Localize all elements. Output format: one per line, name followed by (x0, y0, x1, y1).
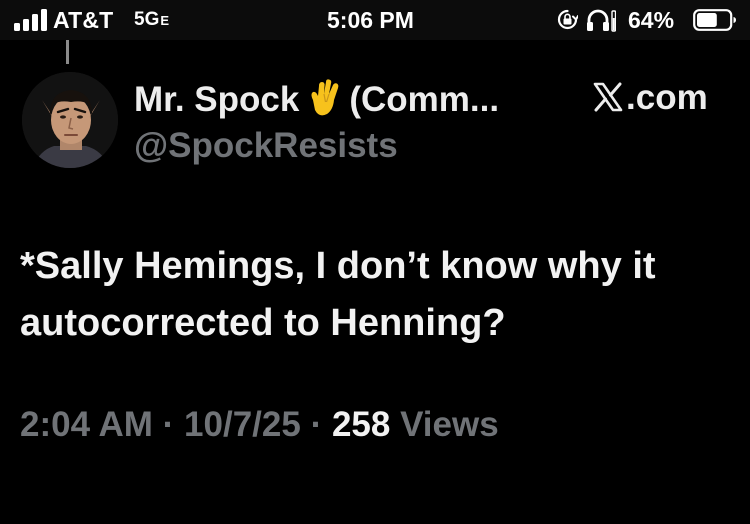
tweet-text: *Sally Hemings, I don’t know why it auto… (20, 245, 656, 344)
orientation-lock-icon (557, 9, 578, 30)
scroll-tick (66, 40, 69, 64)
views-label: Views (400, 405, 499, 444)
source-domain[interactable]: .com (592, 78, 708, 118)
signal-icon (14, 9, 48, 31)
x-logo-icon (593, 82, 623, 112)
status-bar: AT&T 5GE 5:06 PM 64% (0, 0, 750, 40)
network-suffix: E (160, 13, 170, 28)
tweet-date[interactable]: 10/7/25 (184, 405, 301, 444)
battery-percentage: 64% (628, 7, 675, 33)
meta-separator: · (310, 405, 323, 444)
network-type: 5GE (134, 9, 169, 31)
tweet-time: 2:04 AM (20, 405, 153, 444)
meta-separator: · (162, 405, 175, 444)
headphones-icon (587, 9, 616, 32)
user-handle[interactable]: @SpockResists (134, 126, 398, 166)
source-domain-text: .com (626, 78, 708, 117)
network-generation: 5G (134, 9, 160, 30)
views-count[interactable]: 258 (332, 405, 390, 444)
display-name-suffix: (Comm... (349, 80, 500, 119)
tweet-meta: 2:04 AM · 10/7/25 · 258 Views (20, 405, 499, 445)
profile-photo-icon (22, 72, 118, 168)
display-name-text: Mr. Spock (134, 80, 300, 119)
carrier-name: AT&T (53, 7, 114, 33)
battery-fill (697, 13, 717, 27)
status-time: 5:06 PM (327, 7, 414, 33)
battery-icon (693, 9, 736, 31)
avatar[interactable] (22, 72, 118, 168)
display-name[interactable]: Mr. Spock (Comm... (134, 78, 499, 120)
vulcan-salute-icon (311, 79, 339, 116)
